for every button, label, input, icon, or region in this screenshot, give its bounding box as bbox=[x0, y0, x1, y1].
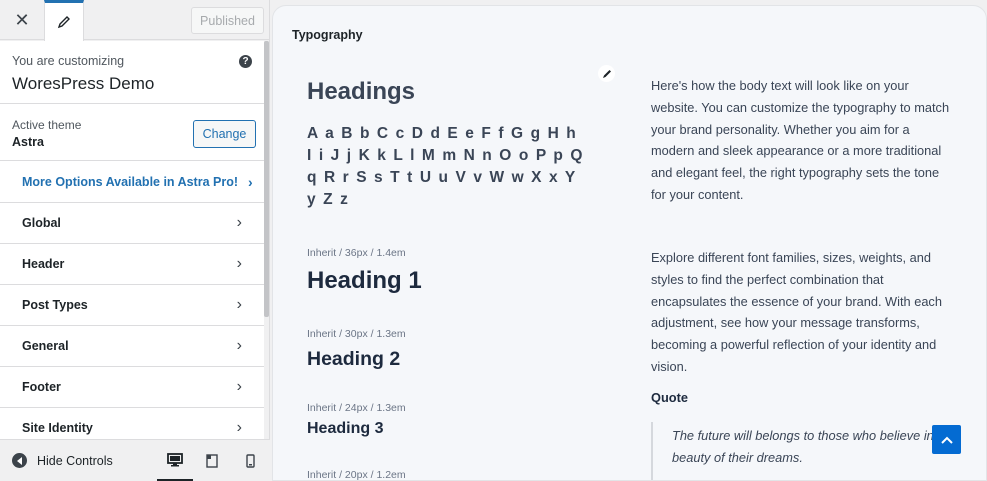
hide-controls-button[interactable]: Hide Controls bbox=[12, 453, 113, 468]
sidebar-scrollbar[interactable] bbox=[264, 41, 269, 317]
chevron-right-icon: › bbox=[236, 419, 242, 436]
desktop-icon bbox=[167, 452, 183, 466]
mobile-icon bbox=[245, 454, 255, 468]
sidebar-item-global[interactable]: Global › bbox=[0, 203, 264, 244]
tablet-icon bbox=[206, 454, 218, 468]
chevron-right-icon: › bbox=[236, 214, 242, 231]
sidebar-item-label: Post Types bbox=[22, 298, 88, 312]
sidebar-item-label: General bbox=[22, 339, 69, 353]
arrow-left-circle-icon bbox=[12, 453, 27, 468]
customizing-info: You are customizing WoresPress Demo ? bbox=[0, 41, 264, 104]
heading-meta: Inherit / 24px / 1.3em bbox=[307, 402, 406, 414]
sidebar-item-site-identity[interactable]: Site Identity › bbox=[0, 408, 264, 439]
body-paragraph: Explore different font families, sizes, … bbox=[651, 250, 942, 374]
change-theme-button[interactable]: Change bbox=[193, 120, 256, 148]
sidebar-item-footer[interactable]: Footer › bbox=[0, 367, 264, 408]
sidebar-item-label: Footer bbox=[22, 380, 61, 394]
body-paragraph: Here's how the body text will look like … bbox=[651, 78, 950, 202]
close-icon[interactable]: ✕ bbox=[0, 0, 44, 40]
heading-meta: Inherit / 20px / 1.2em bbox=[307, 469, 406, 481]
blockquote: The future will belongs to those who bel… bbox=[651, 422, 956, 480]
astra-pro-label: More Options Available in Astra Pro! bbox=[22, 174, 239, 189]
scroll-to-top-button[interactable] bbox=[932, 425, 961, 454]
alphabet-sample: A a B b C c D d E e F f G g H h I i J j … bbox=[307, 125, 585, 208]
section-title: Typography bbox=[292, 28, 363, 42]
heading-2-sample: Heading 2 bbox=[307, 348, 401, 370]
chevron-right-icon: › bbox=[236, 255, 242, 272]
active-theme-section: Active theme Astra Change bbox=[0, 104, 264, 161]
published-button[interactable]: Published bbox=[191, 7, 264, 34]
site-title: WoresPress Demo bbox=[12, 74, 155, 93]
pencil-icon[interactable] bbox=[598, 65, 615, 82]
sidebar-item-label: Global bbox=[22, 216, 61, 230]
astra-pro-link[interactable]: More Options Available in Astra Pro! › bbox=[0, 161, 264, 203]
desktop-preview-button[interactable] bbox=[157, 440, 193, 481]
customizing-label: You are customizing bbox=[12, 54, 125, 68]
sidebar-item-post-types[interactable]: Post Types › bbox=[0, 285, 264, 326]
sidebar-panel: You are customizing WoresPress Demo ? Ac… bbox=[0, 41, 264, 439]
customizer-footer: Hide Controls bbox=[0, 439, 270, 481]
sidebar-item-label: Site Identity bbox=[22, 421, 93, 435]
chevron-right-icon: › bbox=[236, 378, 242, 395]
chevron-up-icon bbox=[940, 436, 953, 444]
sidebar-item-header[interactable]: Header › bbox=[0, 244, 264, 285]
heading-1-sample: Heading 1 bbox=[307, 267, 422, 294]
chevron-right-icon: › bbox=[236, 296, 242, 313]
headings-title: Headings bbox=[307, 78, 416, 105]
customizer-sidebar: ✕ Published You are customizing WoresPre… bbox=[0, 0, 270, 481]
heading-meta: Inherit / 36px / 1.4em bbox=[307, 247, 406, 259]
heading-meta: Inherit / 30px / 1.3em bbox=[307, 328, 406, 340]
customizer-topbar: ✕ Published bbox=[0, 0, 269, 41]
quote-label: Quote bbox=[651, 390, 688, 405]
tablet-preview-button[interactable] bbox=[194, 440, 230, 481]
heading-3-sample: Heading 3 bbox=[307, 420, 384, 437]
chevron-right-icon: › bbox=[236, 337, 242, 354]
help-icon[interactable]: ? bbox=[239, 55, 252, 68]
hide-controls-label: Hide Controls bbox=[37, 453, 113, 468]
mobile-preview-button[interactable] bbox=[232, 440, 268, 481]
sidebar-item-label: Header bbox=[22, 257, 65, 271]
chevron-right-icon: › bbox=[248, 173, 253, 190]
site-preview: Typography Headings A a B b C c D d E e … bbox=[272, 5, 987, 481]
sidebar-item-general[interactable]: General › bbox=[0, 326, 264, 367]
brush-icon[interactable] bbox=[44, 0, 84, 41]
